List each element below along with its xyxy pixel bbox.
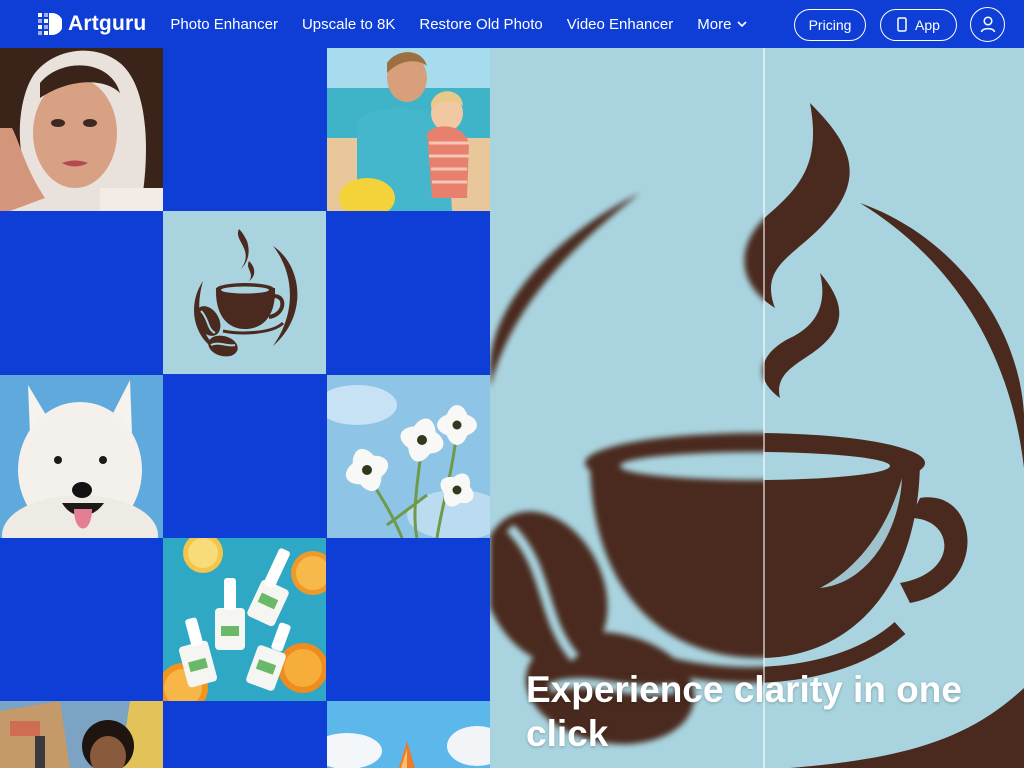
user-account-button[interactable]: [970, 7, 1005, 42]
white-dog-photo[interactable]: [0, 375, 163, 538]
sample-image-grid: [0, 48, 490, 768]
hero-after-image: [764, 48, 1024, 768]
user-icon: [980, 16, 995, 33]
app-label: App: [915, 16, 940, 33]
header-actions: Pricing App: [794, 7, 1005, 42]
coffee-cup-logo-icon: [764, 103, 1024, 768]
sailboat-photo[interactable]: [327, 701, 490, 768]
street-portrait-photo[interactable]: [0, 701, 163, 768]
top-navigation-bar: Artguru Photo Enhancer Upscale to 8K Res…: [0, 0, 1024, 48]
app-button[interactable]: App: [880, 8, 957, 41]
pricing-button[interactable]: Pricing: [794, 8, 866, 41]
mobile-phone-icon: [897, 17, 907, 32]
coffee-logo-thumbnail[interactable]: [163, 211, 326, 374]
brand-logo[interactable]: Artguru: [38, 12, 146, 36]
pricing-label: Pricing: [808, 16, 852, 33]
nav-more-dropdown[interactable]: More: [697, 15, 748, 33]
nav-restore-old-photo[interactable]: Restore Old Photo: [419, 16, 542, 33]
nav-upscale-8k[interactable]: Upscale to 8K: [302, 16, 395, 33]
nav-more-label: More: [697, 15, 732, 33]
hero-before-after-comparison[interactable]: Experience clarity in one click: [490, 48, 1024, 768]
chevron-down-icon: [737, 20, 748, 27]
artguru-logo-icon: [38, 13, 62, 35]
daisies-sky-photo[interactable]: [327, 375, 490, 538]
hero-before-image: [490, 48, 764, 768]
comparison-slider-handle[interactable]: [763, 48, 765, 768]
logo-text: Artguru: [68, 12, 147, 35]
nav-photo-enhancer[interactable]: Photo Enhancer: [170, 16, 278, 33]
main-nav: Photo Enhancer Upscale to 8K Restore Old…: [170, 16, 771, 33]
portrait-woman-photo[interactable]: [0, 48, 163, 211]
nail-polish-citrus-photo[interactable]: [163, 538, 326, 701]
nav-video-enhancer[interactable]: Video Enhancer: [567, 16, 673, 33]
mother-child-beach-photo[interactable]: [327, 48, 490, 211]
hero-headline: Experience clarity in one click: [526, 669, 962, 754]
coffee-cup-logo-icon: [490, 193, 764, 745]
